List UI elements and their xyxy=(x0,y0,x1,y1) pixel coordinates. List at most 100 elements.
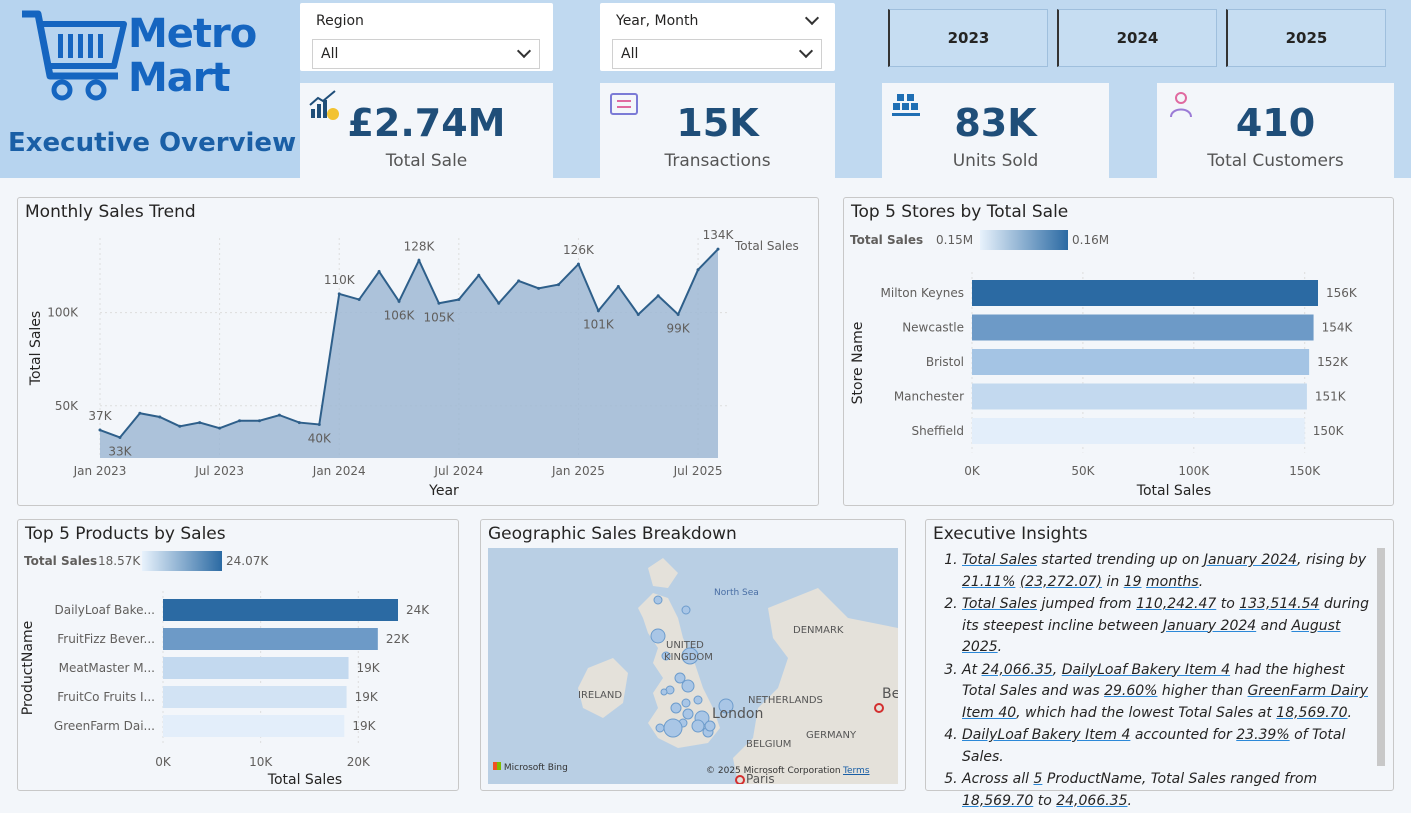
insight-2: Total Sales jumped from 110,242.47 to 13… xyxy=(962,594,1376,659)
top-stores-chart[interactable]: Total Sales 0.15M 0.16M 0K 50K 100K 150K Milton… xyxy=(844,198,1393,505)
x-tick-label: Jan 2023 xyxy=(73,464,127,478)
data-label: 37K xyxy=(88,409,112,423)
data-label: 156K xyxy=(1326,286,1358,300)
insights-card: Executive Insights Total Sales started t… xyxy=(925,519,1394,809)
bar xyxy=(163,657,349,679)
category-label: Newcastle xyxy=(902,321,964,335)
data-label: 134K xyxy=(703,228,735,242)
category-label: GreenFarm Dai... xyxy=(54,719,155,733)
x-axis-title: Total Sales xyxy=(1136,483,1211,499)
data-point xyxy=(477,273,481,277)
kpi-total-customers-label: Total Customers xyxy=(1207,151,1344,171)
map-label-denmark: DENMARK xyxy=(793,625,844,636)
y-axis-title: Store Name xyxy=(850,322,866,405)
x-tick-label: Jan 2024 xyxy=(312,464,366,478)
map[interactable]: North Sea UNITED KINGDOM IRELAND DENMARK… xyxy=(488,548,898,784)
region-dropdown[interactable]: All xyxy=(312,39,540,69)
kpi-units-sold-label: Units Sold xyxy=(952,151,1039,171)
top-products-chart[interactable]: Total Sales 18.57K 24.07K0K 10K 20KDailyLoaf… xyxy=(18,520,458,790)
insight-1: Total Sales started trending up on Janua… xyxy=(962,550,1376,593)
bar xyxy=(163,715,345,737)
legend-max: 0.16M xyxy=(1072,233,1109,247)
data-point xyxy=(417,258,421,262)
legend-title: Total Sales xyxy=(24,554,97,568)
map-label-kingdom: KINGDOM xyxy=(664,652,713,663)
kpi-total-sale: £2.74M Total Sale xyxy=(300,83,553,178)
x-tick-label: Jan 2025 xyxy=(551,464,605,478)
data-label: 40K xyxy=(308,431,332,445)
map-label-netherlands: NETHERLANDS xyxy=(748,695,823,706)
data-point xyxy=(337,292,341,296)
kpi-total-customers: 410 Total Customers xyxy=(1157,83,1394,178)
legend-title: Total Sales xyxy=(850,233,923,247)
insights-scrollbar[interactable] xyxy=(1377,548,1385,766)
data-point xyxy=(517,279,521,283)
data-point xyxy=(317,422,321,426)
map-canvas[interactable] xyxy=(488,548,898,784)
data-point xyxy=(636,312,640,316)
insight-5: Across all 5 ProductName, Total Sales ra… xyxy=(962,769,1376,812)
data-point xyxy=(537,286,541,290)
category-label: MeatMaster M... xyxy=(59,661,155,675)
region-slicer-label: Region xyxy=(316,13,364,29)
chevron-down-icon xyxy=(798,43,814,59)
data-point xyxy=(158,415,162,419)
bar xyxy=(972,418,1305,444)
data-point xyxy=(576,262,580,266)
data-label: 19K xyxy=(352,719,376,733)
bar xyxy=(972,314,1314,341)
data-point xyxy=(218,426,222,430)
monthly-sales-trend-chart[interactable]: 50K 100K Jan 2023 Jul 2023 Jan 2024 Jul 2024 J… xyxy=(18,198,818,505)
region-slicer: Region All xyxy=(300,3,553,71)
insights-title: Executive Insights xyxy=(933,524,1088,544)
bar xyxy=(163,628,378,650)
kpi-units-sold: 83K Units Sold xyxy=(882,83,1109,178)
geo-title: Geographic Sales Breakdown xyxy=(488,524,737,544)
year-month-slicer-label: Year, Month xyxy=(616,13,699,29)
data-point xyxy=(437,301,441,305)
data-point xyxy=(656,294,660,298)
data-point xyxy=(98,428,102,432)
x-tick-label: Jul 2023 xyxy=(194,464,244,478)
data-point xyxy=(397,299,401,303)
x-tick-label: 10K xyxy=(249,755,273,769)
data-point xyxy=(297,421,301,425)
kpi-units-sold-value: 83K xyxy=(954,101,1037,145)
legend-gradient xyxy=(980,230,1068,250)
data-point xyxy=(138,411,142,415)
bing-logo: Microsoft Bing xyxy=(493,762,568,773)
year-button-2023[interactable]: 2023 xyxy=(888,9,1048,67)
kpi-total-customers-value: 410 xyxy=(1235,101,1316,145)
expand-chevron-icon[interactable] xyxy=(804,10,820,26)
data-label: 106K xyxy=(384,308,416,322)
year-button-2024[interactable]: 2024 xyxy=(1057,9,1217,67)
legend-min: 18.57K xyxy=(98,554,141,568)
x-axis-title: Year xyxy=(428,483,459,499)
year-month-dropdown[interactable]: All xyxy=(612,39,822,69)
category-label: Manchester xyxy=(894,390,964,404)
data-point xyxy=(198,421,202,425)
data-point xyxy=(357,298,361,302)
ireland-land xyxy=(578,658,628,718)
map-label-ireland: IRELAND xyxy=(578,690,623,701)
x-tick-label: 20K xyxy=(347,755,371,769)
data-point xyxy=(118,435,122,439)
x-tick-label: 0K xyxy=(155,755,172,769)
map-terms-link[interactable]: Terms xyxy=(843,766,870,776)
year-month-slicer: Year, Month All xyxy=(600,3,835,71)
data-label: 22K xyxy=(386,632,410,646)
year-button-2025[interactable]: 2025 xyxy=(1226,9,1386,67)
data-point xyxy=(676,312,680,316)
data-label: 154K xyxy=(1322,321,1354,335)
kpi-transactions: 15K Transactions xyxy=(600,83,835,178)
x-tick-label: 50K xyxy=(1071,464,1095,478)
data-label: 24K xyxy=(406,603,430,617)
data-point xyxy=(377,270,381,274)
bar xyxy=(972,383,1307,410)
category-label: FruitCo Fruits I... xyxy=(57,690,155,704)
data-point xyxy=(238,419,242,423)
data-label: 151K xyxy=(1315,390,1347,404)
microsoft-logo-icon xyxy=(493,762,501,770)
y-axis-title: Total Sales xyxy=(28,311,44,386)
top-products-card: Top 5 Products by Sales Total Sales 18.57… xyxy=(17,519,459,791)
